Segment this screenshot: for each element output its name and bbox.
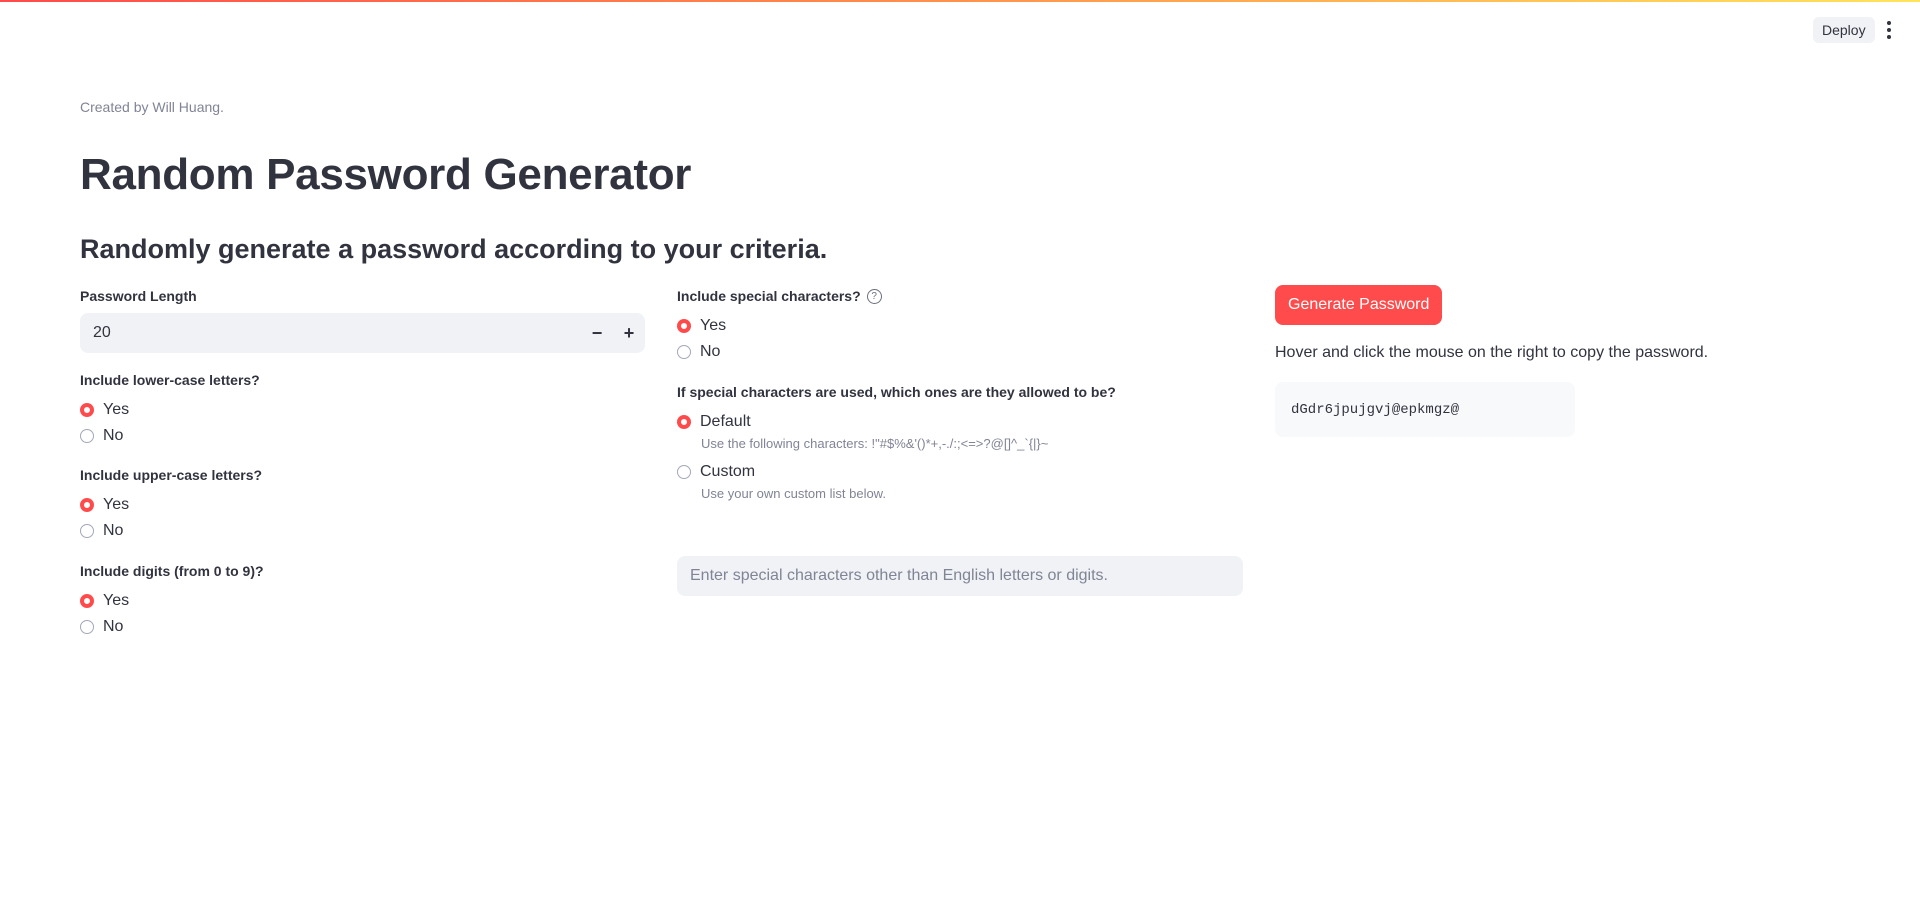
radio-option-label: No bbox=[103, 618, 124, 635]
help-icon[interactable]: ? bbox=[866, 288, 882, 304]
custom-option-caption: Use your own custom list below. bbox=[701, 486, 886, 501]
radio-option-label: No bbox=[700, 343, 721, 360]
radio-checked-icon bbox=[80, 498, 94, 512]
deploy-button[interactable]: Deploy bbox=[1813, 17, 1875, 43]
special-set-option-default[interactable]: Default bbox=[677, 409, 1048, 435]
page-title: Random Password Generator bbox=[80, 150, 692, 199]
decrement-button[interactable]: − bbox=[581, 313, 613, 353]
lowercase-radio-group: Yes No bbox=[80, 397, 129, 449]
radio-unchecked-icon bbox=[677, 345, 691, 359]
generate-password-button[interactable]: Generate Password bbox=[1275, 285, 1443, 325]
special-set-radio-group: Default Use the following characters: !"… bbox=[677, 409, 1048, 509]
radio-option-label: No bbox=[103, 427, 124, 444]
radio-option-label: Yes bbox=[103, 592, 130, 609]
radio-checked-icon bbox=[677, 415, 691, 429]
special-option-no[interactable]: No bbox=[677, 339, 726, 365]
radio-option-label: Yes bbox=[103, 401, 130, 418]
radio-checked-icon bbox=[677, 319, 691, 333]
increment-button[interactable]: + bbox=[613, 313, 645, 353]
page-subtitle: Randomly generate a password according t… bbox=[80, 234, 828, 264]
radio-unchecked-icon bbox=[80, 429, 94, 443]
special-set-option-custom[interactable]: Custom bbox=[677, 459, 1048, 485]
special-option-yes[interactable]: Yes bbox=[677, 313, 726, 339]
digits-radio-group: Yes No bbox=[80, 588, 129, 640]
generated-password[interactable]: dGdr6jpujgvj@epkmgz@ bbox=[1291, 402, 1459, 418]
lowercase-option-yes[interactable]: Yes bbox=[80, 397, 129, 423]
main-menu-icon[interactable] bbox=[1876, 17, 1902, 43]
digits-option-no[interactable]: No bbox=[80, 614, 129, 640]
app-header: Deploy bbox=[0, 0, 1920, 60]
digits-label: Include digits (from 0 to 9)? bbox=[80, 563, 264, 579]
uppercase-label: Include upper-case letters? bbox=[80, 467, 263, 483]
password-length-input[interactable] bbox=[80, 323, 581, 343]
custom-special-characters-input[interactable] bbox=[677, 556, 1243, 596]
radio-checked-icon bbox=[80, 594, 94, 608]
author-caption: Created by Will Huang. bbox=[80, 99, 224, 115]
default-option-caption: Use the following characters: !"#$%&'()*… bbox=[701, 436, 1049, 451]
uppercase-option-no[interactable]: No bbox=[80, 518, 129, 544]
password-code-block[interactable]: dGdr6jpujgvj@epkmgz@ bbox=[1275, 382, 1575, 437]
password-length-label: Password Length bbox=[80, 288, 197, 304]
uppercase-radio-group: Yes No bbox=[80, 492, 129, 544]
radio-option-label: Default bbox=[700, 413, 751, 430]
radio-unchecked-icon bbox=[677, 465, 691, 479]
lowercase-label: Include lower-case letters? bbox=[80, 372, 260, 388]
special-radio-group: Yes No bbox=[677, 313, 726, 365]
special-set-label: If special characters are used, which on… bbox=[677, 384, 1116, 400]
radio-unchecked-icon bbox=[80, 620, 94, 634]
radio-option-label: No bbox=[103, 522, 124, 539]
copy-instructions: Hover and click the mouse on the right t… bbox=[1275, 344, 1709, 361]
uppercase-option-yes[interactable]: Yes bbox=[80, 492, 129, 518]
radio-checked-icon bbox=[80, 403, 94, 417]
special-characters-label-text: Include special characters? bbox=[677, 288, 861, 304]
radio-option-label: Custom bbox=[700, 463, 756, 480]
password-length-stepper: − + bbox=[80, 313, 645, 353]
special-characters-label: Include special characters? ? bbox=[677, 288, 882, 304]
radio-unchecked-icon bbox=[80, 524, 94, 538]
lowercase-option-no[interactable]: No bbox=[80, 423, 129, 449]
radio-option-label: Yes bbox=[103, 496, 130, 513]
digits-option-yes[interactable]: Yes bbox=[80, 588, 129, 614]
radio-option-label: Yes bbox=[700, 317, 727, 334]
